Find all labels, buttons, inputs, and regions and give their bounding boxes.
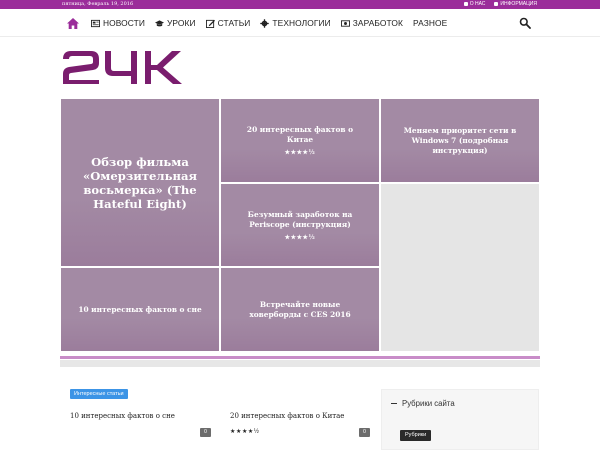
edit-icon — [205, 19, 215, 28]
featured-grid: Обзор фильма «Омерзительная восьмерка» (… — [60, 98, 540, 352]
nav-items: НОВОСТИ УРОКИ СТАТЬИ ТЕХНОЛОГИИ ЗАРАБОТО… — [91, 9, 457, 37]
tile-title: 10 интересных фактов о сне — [64, 305, 215, 315]
top-bar: пятница, Февраль 19, 2016 О НАС ИНФОРМАЦ… — [0, 0, 600, 9]
tile-title-text: Встречайте новые ховерборды с CES 2016 — [249, 299, 351, 319]
post-title[interactable]: 10 интересных фактов о сне — [70, 412, 175, 420]
categories-widget: Рубрики сайта Рубрики — [381, 389, 539, 450]
comment-count[interactable]: 0 — [359, 428, 370, 437]
nav-label: СТАТЬИ — [217, 18, 251, 28]
newspaper-icon — [91, 19, 100, 27]
nav-item-lessons[interactable]: УРОКИ — [155, 18, 196, 28]
info-link[interactable]: ИНФОРМАЦИЯ — [494, 1, 537, 7]
nav-label: НОВОСТИ — [103, 18, 145, 28]
nav-item-news[interactable]: НОВОСТИ — [91, 18, 145, 28]
tile-shade — [61, 317, 219, 351]
dash-icon — [391, 403, 397, 405]
tile-title-text: Безумный заработок на Periscope (инструк… — [247, 209, 353, 229]
current-date: пятница, Февраль 19, 2016 — [62, 1, 134, 7]
featured-post[interactable]: Меняем приоритет сети в Windows 7 (подро… — [380, 98, 540, 183]
nav-item-tech[interactable]: ТЕХНОЛОГИИ — [260, 18, 331, 28]
accent-divider — [60, 356, 540, 359]
post-title[interactable]: 20 интересных фактов о Китае — [230, 412, 344, 420]
tile-shade — [221, 317, 379, 351]
gear-icon — [260, 18, 270, 28]
home-button[interactable] — [62, 9, 84, 37]
money-icon — [340, 19, 350, 27]
info-icon — [463, 1, 468, 6]
site-logo[interactable] — [61, 49, 188, 86]
nav-label: ЗАРАБОТОК — [352, 18, 403, 28]
featured-empty-slot — [380, 183, 540, 352]
search-icon[interactable] — [519, 17, 531, 29]
tile-title: 20 интересных фактов о Китае — [221, 125, 379, 145]
home-icon — [67, 17, 79, 29]
tile-title: Безумный заработок на Periscope (инструк… — [221, 210, 379, 230]
featured-post[interactable]: Безумный заработок на Periscope (инструк… — [220, 183, 380, 267]
nav-item-earnings[interactable]: ЗАРАБОТОК — [340, 18, 403, 28]
rating-stars: ★★★★½ — [230, 429, 260, 435]
nav-label: ТЕХНОЛОГИИ — [272, 18, 331, 28]
section-badge[interactable]: Интересные статьи — [70, 389, 128, 399]
about-link[interactable]: О НАС — [463, 1, 485, 7]
tile-title: Меняем приоритет сети в Windows 7 (подро… — [381, 126, 539, 156]
tile-title-text: Меняем приоритет сети в Windows 7 (подро… — [403, 125, 517, 155]
comment-count[interactable]: 0 — [200, 428, 211, 437]
rating-stars: ★★★★½ — [284, 149, 316, 156]
featured-post[interactable]: 10 интересных фактов о сне — [60, 267, 220, 352]
tile-title-text: 10 интересных фактов о сне — [78, 304, 202, 314]
featured-post[interactable]: Встречайте новые ховерборды с CES 2016 — [220, 267, 380, 352]
nav-label: РАЗНОЕ — [412, 18, 448, 28]
grey-divider — [60, 360, 540, 367]
featured-post[interactable]: 20 интересных фактов о Китае ★★★★½ — [220, 98, 380, 183]
widget-title-text: Рубрики сайта — [402, 399, 455, 408]
tile-title: Встречайте новые ховерборды с CES 2016 — [221, 300, 379, 320]
widget-title: Рубрики сайта — [391, 399, 455, 408]
main-nav: НОВОСТИ УРОКИ СТАТЬИ ТЕХНОЛОГИИ ЗАРАБОТО… — [0, 9, 600, 37]
categories-select[interactable]: Рубрики — [400, 430, 432, 441]
nav-item-misc[interactable]: РАЗНОЕ — [413, 18, 447, 28]
top-links: О НАС ИНФОРМАЦИЯ — [463, 1, 537, 7]
doc-icon — [494, 1, 499, 6]
featured-post-big[interactable]: Обзор фильма «Омерзительная восьмерка» (… — [60, 98, 220, 267]
rating-stars: ★★★★½ — [284, 233, 316, 241]
tile-title: Обзор фильма «Омерзительная восьмерка» (… — [82, 154, 198, 211]
nav-item-articles[interactable]: СТАТЬИ — [205, 18, 251, 28]
graduation-cap-icon — [155, 19, 164, 26]
tile-title-text: 20 интересных фактов о Китае — [246, 125, 354, 144]
nav-label: УРОКИ — [167, 18, 196, 28]
